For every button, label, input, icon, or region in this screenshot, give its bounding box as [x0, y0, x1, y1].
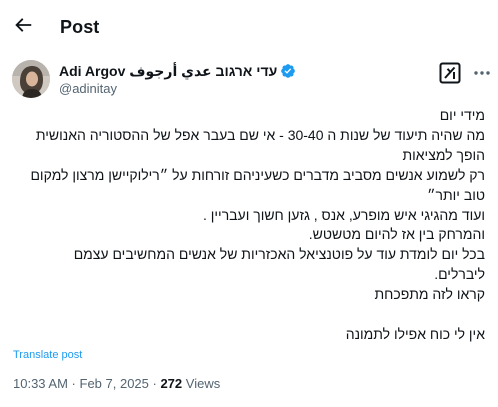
- post-date[interactable]: Feb 7, 2025: [80, 376, 149, 391]
- tweet-line: ליברלים.: [434, 266, 485, 283]
- tweet-line: מה שהיה תיעוד של שנות ה 30-40 - אי שם בע…: [35, 126, 485, 143]
- back-button[interactable]: [12, 14, 34, 36]
- name-row: Adi Argov עדי ארגוב عدي أرجوف: [59, 61, 296, 81]
- display-name[interactable]: Adi Argov עדי ארגוב عدي أرجوف: [59, 62, 277, 80]
- tweet-line: ועוד מהגיגי איש מופרע, אנס , גזען חשוך ו…: [203, 206, 485, 223]
- arrow-left-icon: [12, 14, 34, 36]
- page-title: Post: [60, 17, 100, 37]
- tweet-line: הופך למציאות: [402, 146, 485, 163]
- author-block: Adi Argov עדי ארגוב عدي أرجوف @adinitay: [12, 60, 490, 104]
- meta-separator: ·: [67, 376, 80, 391]
- tweet-line: והמרחק בין אז להיום מטשטש.: [308, 226, 485, 243]
- tweet-line: אין לי כוח אפילו לתמונה: [345, 325, 485, 342]
- meta-separator: ·: [148, 376, 161, 391]
- post-meta: 10:33 AM · Feb 7, 2025 · 272 Views: [13, 375, 220, 393]
- avatar[interactable]: [12, 60, 50, 98]
- more-options-button[interactable]: [472, 63, 492, 83]
- tweet-line: בכל יום לומדת עוד על פוטנציאל האכזריות ש…: [73, 246, 485, 263]
- grok-icon: [439, 62, 461, 84]
- post-header: Post: [0, 0, 498, 56]
- tweet-line: רק לשמוע אנשים מסביב מדברים כשעיניהם זור…: [30, 166, 485, 183]
- grok-button[interactable]: [439, 62, 461, 84]
- more-icon: [472, 63, 492, 83]
- post-time[interactable]: 10:33 AM: [13, 376, 68, 391]
- views-count: 272: [160, 376, 183, 391]
- views-label: Views: [182, 376, 221, 391]
- verified-badge-icon: [280, 63, 296, 79]
- translate-post-link[interactable]: Translate post: [13, 348, 82, 362]
- tweet-line: מידי יום: [439, 107, 485, 123]
- tweet-text: מידי יום מה שהיה תיעוד של שנות ה 30-40 -…: [7, 106, 485, 345]
- tweet-blank-line: [7, 305, 485, 325]
- tweet-line: טוב יותר״: [427, 186, 485, 203]
- tweet-line: קראו לזה מתפכחת: [374, 286, 485, 303]
- author-handle[interactable]: @adinitay: [59, 80, 117, 98]
